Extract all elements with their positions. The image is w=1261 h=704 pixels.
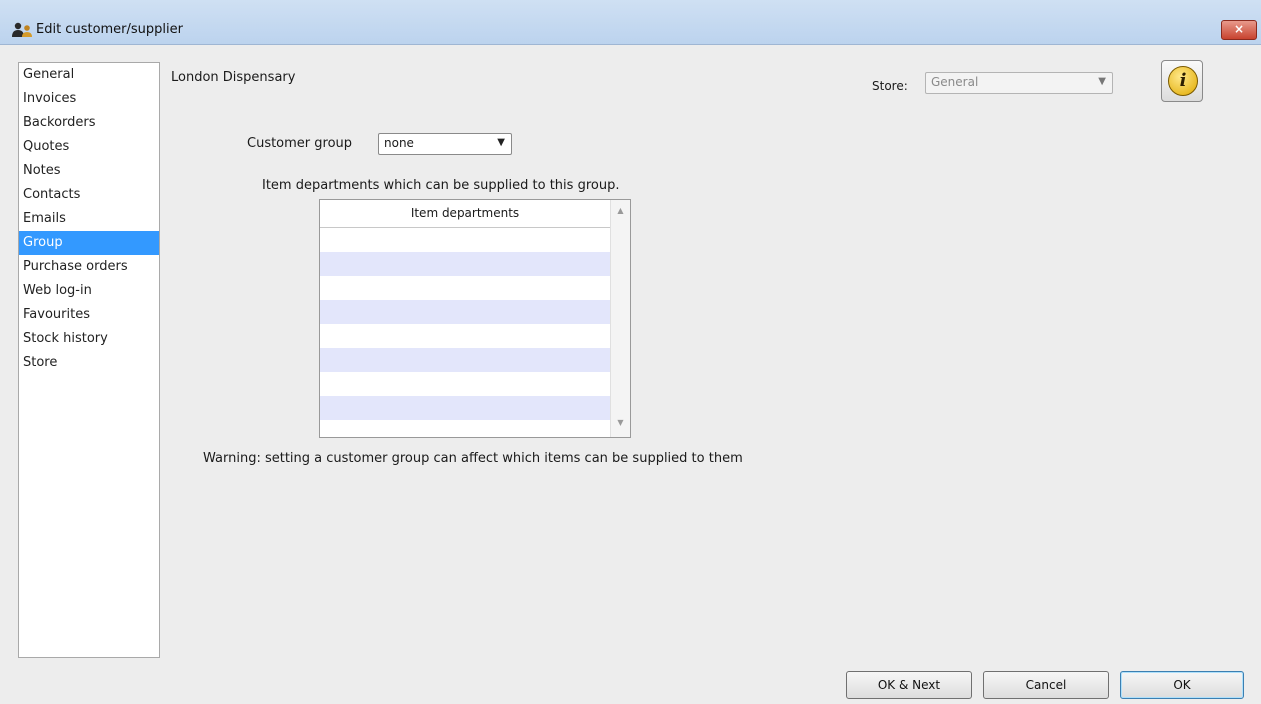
window-title: Edit customer/supplier <box>36 22 183 37</box>
cancel-button[interactable]: Cancel <box>983 671 1109 699</box>
customer-name: London Dispensary <box>171 70 296 85</box>
info-button[interactable]: i <box>1161 60 1203 102</box>
table-row[interactable] <box>320 396 610 420</box>
table-row[interactable] <box>320 228 610 252</box>
ok-button[interactable]: OK <box>1120 671 1244 699</box>
table-scrollbar[interactable]: ▲ ▼ <box>610 200 630 437</box>
table-row[interactable] <box>320 300 610 324</box>
sidebar-item-invoices[interactable]: Invoices <box>19 87 159 111</box>
close-button[interactable]: × <box>1221 20 1257 40</box>
table-body <box>320 228 610 420</box>
table-header-item-departments[interactable]: Item departments <box>320 200 610 228</box>
scroll-up-icon[interactable]: ▲ <box>611 206 630 215</box>
store-select: General ▼ <box>925 72 1113 94</box>
close-icon: × <box>1233 22 1245 36</box>
info-icon: i <box>1168 66 1198 96</box>
sidebar-item-favourites[interactable]: Favourites <box>19 303 159 327</box>
store-select-value: General <box>931 75 979 89</box>
sidebar-nav: General Invoices Backorders Quotes Notes… <box>18 62 160 658</box>
customer-group-label: Customer group <box>247 136 353 151</box>
table-row[interactable] <box>320 276 610 300</box>
chevron-down-icon: ▼ <box>497 137 505 148</box>
people-icon <box>12 22 32 37</box>
sidebar-item-quotes[interactable]: Quotes <box>19 135 159 159</box>
sidebar-item-contacts[interactable]: Contacts <box>19 183 159 207</box>
table-row[interactable] <box>320 348 610 372</box>
item-departments-table[interactable]: Item departments ▲ ▼ <box>319 199 631 438</box>
chevron-down-icon: ▼ <box>1098 76 1106 87</box>
scroll-down-icon[interactable]: ▼ <box>611 418 630 427</box>
window-titlebar: Edit customer/supplier × <box>0 0 1261 45</box>
sidebar-item-stock-history[interactable]: Stock history <box>19 327 159 351</box>
sidebar-item-purchase-orders[interactable]: Purchase orders <box>19 255 159 279</box>
departments-description: Item departments which can be supplied t… <box>262 178 620 193</box>
sidebar-item-backorders[interactable]: Backorders <box>19 111 159 135</box>
table-row[interactable] <box>320 372 610 396</box>
sidebar-item-group[interactable]: Group <box>19 231 159 255</box>
sidebar-item-notes[interactable]: Notes <box>19 159 159 183</box>
sidebar-item-emails[interactable]: Emails <box>19 207 159 231</box>
table-row[interactable] <box>320 324 610 348</box>
sidebar-item-general[interactable]: General <box>19 63 159 87</box>
customer-group-warning: Warning: setting a customer group can af… <box>203 451 743 466</box>
sidebar-item-web-log-in[interactable]: Web log-in <box>19 279 159 303</box>
table-row[interactable] <box>320 252 610 276</box>
customer-group-select-value: none <box>384 136 414 150</box>
ok-next-button[interactable]: OK & Next <box>846 671 972 699</box>
customer-group-select[interactable]: none ▼ <box>378 133 512 155</box>
store-label: Store: <box>872 79 908 93</box>
sidebar-item-store[interactable]: Store <box>19 351 159 375</box>
